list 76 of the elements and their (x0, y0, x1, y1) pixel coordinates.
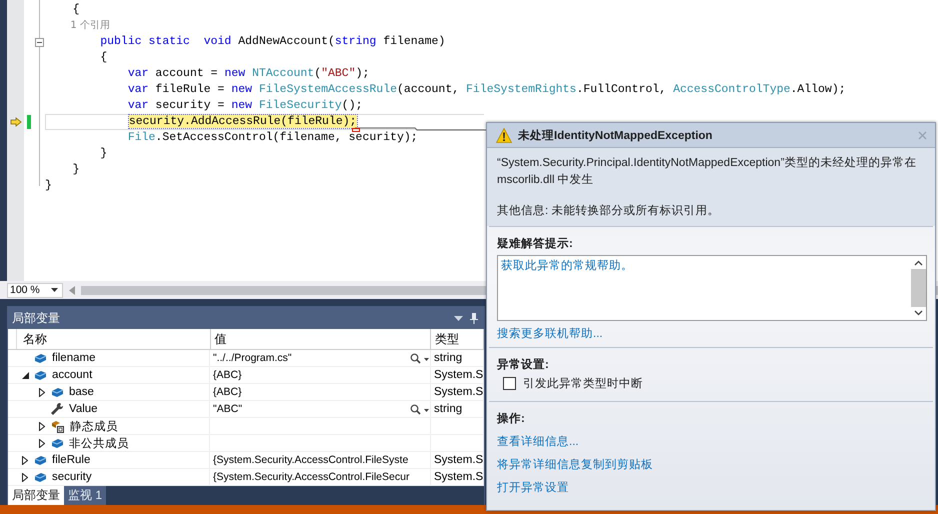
static-members-icon (51, 420, 65, 432)
variable-value: "ABC" (213, 403, 242, 415)
collapsed-triangle-icon[interactable] (39, 438, 45, 448)
help-link[interactable]: 获取此异常的常规帮助。 (501, 258, 907, 273)
panel-tab[interactable]: 局部变量 (8, 486, 64, 505)
search-icon[interactable] (410, 352, 430, 364)
scroll-up-icon[interactable] (914, 260, 922, 266)
code-line: } (45, 179, 52, 192)
field-icon (34, 454, 47, 466)
section-heading: 操作: (497, 412, 526, 426)
code-line: } (99, 147, 108, 160)
action-link[interactable]: 查看详细信息... (497, 434, 927, 449)
action-link[interactable]: 打开异常设置 (497, 480, 927, 495)
field-icon (34, 472, 47, 482)
exception-message: “System.Security.Principal.IdentityNotMappedException”类型的未经处理的异常在 mscorlib.dll 中发生 (497, 156, 918, 188)
code-line: { (72, 3, 80, 16)
collapsed-triangle-icon[interactable] (22, 456, 28, 464)
column-header[interactable]: 类型 (431, 329, 484, 349)
variable-type: System.S (434, 454, 483, 466)
variable-value: {System.Security.AccessControl.FileSyste (213, 454, 408, 466)
variable-name: 静态成员 (70, 420, 118, 434)
collapsed-triangle-icon[interactable] (22, 472, 28, 482)
code-line: } (72, 163, 80, 176)
section-heading: 疑难解答提示: (497, 236, 574, 251)
code-line: var account = new NTAccount("ABC"); (126, 67, 370, 80)
error-squiggle (352, 128, 360, 132)
section-heading: 异常设置: (497, 357, 550, 372)
variable-value: {ABC} (213, 386, 242, 398)
action-link[interactable]: 将异常详细信息复制到剪贴板 (497, 457, 927, 472)
dropdown-caret-icon[interactable] (454, 316, 463, 320)
variable-type: string (434, 352, 462, 364)
variable-type: System.S (434, 471, 483, 483)
reference-count[interactable]: 1 个引用 (45, 20, 110, 31)
pin-icon[interactable] (470, 312, 478, 324)
code-line: var security = new FileSecurity(); (126, 99, 363, 112)
field-icon (34, 370, 47, 380)
field-icon (51, 386, 64, 398)
checkbox-label: 引发此异常类型时中断 (523, 376, 643, 391)
field-icon (51, 438, 64, 448)
checkbox[interactable] (503, 377, 516, 390)
dropdown-caret-icon (51, 288, 58, 292)
variable-type: string (434, 403, 462, 415)
variable-name: 非公共成员 (69, 436, 129, 450)
column-header[interactable]: 值 (210, 329, 432, 349)
collapsed-triangle-icon[interactable] (39, 388, 45, 396)
panel-tab[interactable]: 监视 1 (64, 486, 106, 505)
code-line: public static void AddNewAccount(string filename) (99, 35, 446, 48)
variable-name: security (52, 471, 92, 483)
code-line: File.SetAccessControl(filename, security); (126, 131, 418, 144)
variable-name: fileRule (52, 454, 90, 466)
warning-icon (496, 128, 512, 142)
scroll-down-icon[interactable] (914, 310, 922, 316)
additional-info: 其他信息: 未能转换部分或所有标识引用。 (497, 203, 720, 219)
change-marker (26, 115, 30, 129)
variable-name: Value (69, 403, 98, 415)
code-line: { (99, 51, 108, 64)
collapsed-triangle-icon[interactable] (39, 422, 45, 430)
variable-name: base (69, 386, 94, 398)
panel-title: 局部变量 (12, 310, 61, 326)
field-icon (34, 352, 47, 364)
variable-value: {System.Security.AccessControl.FileSecur (213, 471, 410, 483)
zoom-dropdown[interactable]: 100 % (7, 282, 63, 298)
variable-type: System.S (434, 386, 483, 398)
code-line: var fileRule = new FileSystemAccessRule(account, FileSystemRights.FullControl, AccessControlType.Allow); (126, 83, 846, 96)
variable-value: "../../Program.cs" (213, 352, 292, 364)
column-header[interactable]: 名称 (16, 329, 211, 349)
expanded-triangle-icon[interactable] (22, 372, 29, 378)
search-icon[interactable] (410, 404, 430, 414)
variable-name: account (52, 369, 92, 381)
variable-type: System.S (434, 369, 483, 381)
variable-name: filename (52, 352, 96, 364)
wrench-icon (51, 403, 64, 415)
search-link[interactable]: 搜索更多联机帮助... (497, 326, 927, 341)
collapse-icon[interactable] (34, 38, 44, 46)
variable-value: {ABC} (213, 369, 242, 381)
exception-title: 未处理IdentityNotMappedException (518, 128, 714, 142)
